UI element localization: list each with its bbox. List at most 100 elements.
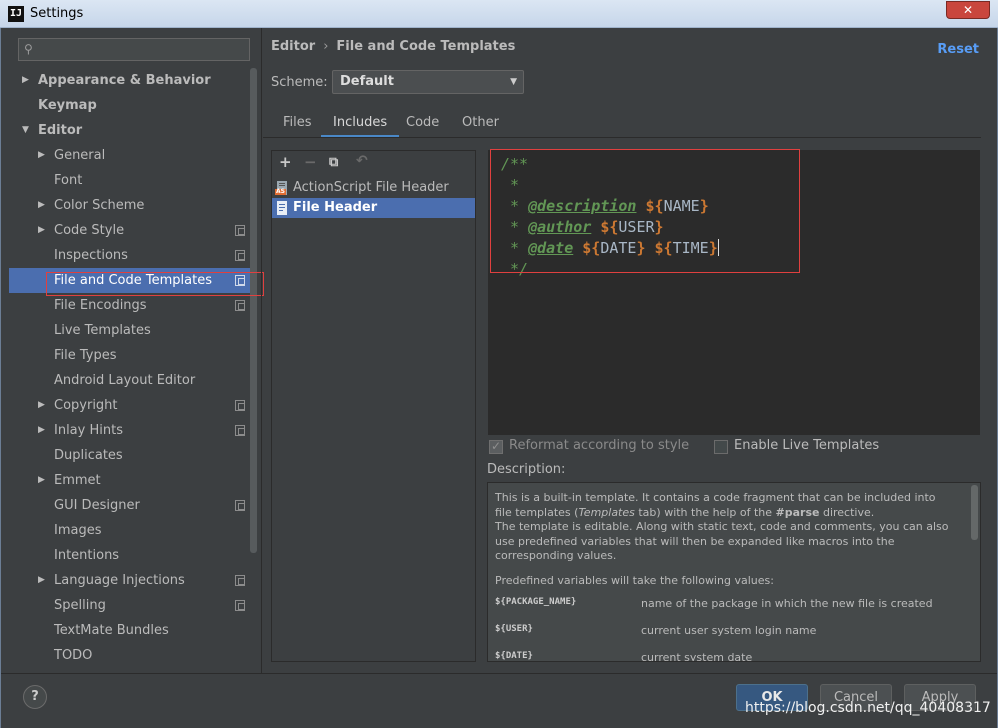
code-doc-tag: @date [528, 239, 574, 257]
chevron-right-icon[interactable]: ▶ [38, 393, 45, 418]
code-variable-close: } [699, 197, 709, 215]
code-doc-tag: @author [528, 218, 592, 236]
chevron-right-icon[interactable]: ▶ [38, 418, 45, 443]
sidebar-item-label: Keymap [38, 98, 97, 113]
template-editor[interactable]: /** * * @description ${NAME} * @author $… [488, 150, 980, 435]
code-variable: TIME [672, 239, 709, 257]
template-label: ActionScript File Header [293, 180, 449, 195]
reset-icon[interactable]: ↶ [356, 153, 368, 169]
chevron-right-icon[interactable]: ▶ [38, 218, 45, 243]
app-icon: IJ [8, 6, 24, 22]
project-scope-icon [235, 400, 245, 411]
sidebar-item-live-templates[interactable]: Live Templates [9, 318, 251, 343]
list-item-selected[interactable]: File Header [272, 198, 475, 218]
sidebar-item-font[interactable]: Font [9, 168, 251, 193]
code-line: * @author ${USER} [501, 218, 664, 236]
project-scope-icon [235, 425, 245, 436]
sidebar-item-editor[interactable]: ▼ Editor [9, 118, 251, 143]
scheme-value: Default [340, 74, 394, 89]
sidebar-item-code-style[interactable]: ▶ Code Style [9, 218, 251, 243]
code-variable-close: } [708, 239, 718, 257]
sidebar-item-appearance-behavior[interactable]: ▶ Appearance & Behavior [9, 68, 251, 93]
sidebar-item-label: Emmet [54, 473, 101, 488]
reformat-checkbox[interactable] [489, 439, 503, 454]
live-templates-checkbox[interactable] [714, 440, 728, 454]
tab-includes[interactable]: Includes [321, 112, 400, 138]
tab-code[interactable]: Code [406, 112, 439, 138]
sidebar-item-file-encodings[interactable]: File Encodings [9, 293, 251, 318]
sidebar-item-keymap[interactable]: Keymap [9, 93, 251, 118]
copy-icon[interactable]: ⧉ [329, 155, 338, 170]
reset-link[interactable]: Reset [937, 42, 979, 57]
sidebar-item-textmate-bundles[interactable]: TextMate Bundles [9, 618, 251, 643]
sidebar-scrollbar[interactable] [250, 68, 257, 553]
code-variable-open: ${ [645, 197, 664, 215]
tab-files[interactable]: Files [283, 112, 312, 138]
sidebar-item-label: Android Layout Editor [54, 373, 196, 388]
sidebar-item-language-injections[interactable]: ▶ Language Injections [9, 568, 251, 593]
code-variable-open: ${ [582, 239, 601, 257]
sidebar-item-android-layout-editor[interactable]: Android Layout Editor [9, 368, 251, 393]
sidebar-item-file-and-code-templates[interactable]: File and Code Templates [9, 268, 251, 293]
add-icon[interactable]: + [279, 153, 292, 171]
remove-icon[interactable]: − [304, 153, 317, 171]
sidebar-item-inspections[interactable]: Inspections [9, 243, 251, 268]
sidebar-item-copyright[interactable]: ▶ Copyright [9, 393, 251, 418]
help-button[interactable]: ? [23, 685, 47, 709]
sidebar-item-label: Language Injections [54, 573, 185, 588]
variable-desc: name of the package in which the new fil… [641, 597, 933, 610]
file-icon [275, 201, 289, 215]
code-comment: * [501, 218, 529, 236]
settings-window: ⚲ ▶ Appearance & Behavior Keymap ▼ Editor ▶ Ge… [0, 28, 998, 728]
sidebar-item-spelling[interactable]: Spelling [9, 593, 251, 618]
description-scrollbar[interactable] [971, 485, 978, 540]
panel-divider [261, 28, 262, 673]
search-icon: ⚲ [24, 42, 33, 56]
description-variables-intro: Predefined variables will take the follo… [495, 574, 774, 587]
sidebar-item-file-types[interactable]: File Types [9, 343, 251, 368]
actionscript-file-icon: AS [275, 181, 289, 195]
variable-row: ${DATE} current system date [495, 651, 955, 662]
variable-desc: current user system login name [641, 624, 817, 637]
sidebar-item-todo[interactable]: TODO [9, 643, 251, 668]
scheme-dropdown[interactable]: Default ▼ [332, 70, 524, 94]
sidebar-item-emmet[interactable]: ▶ Emmet [9, 468, 251, 493]
sidebar-item-label: Editor [38, 123, 83, 138]
scheme-label: Scheme: [271, 75, 328, 90]
settings-tree: ▶ Appearance & Behavior Keymap ▼ Editor ▶ Gene… [9, 68, 251, 668]
sidebar-item-intentions[interactable]: Intentions [9, 543, 251, 568]
window-close-button[interactable]: ✕ [946, 1, 990, 19]
description-strong: #parse [775, 505, 820, 519]
variable-row: ${USER} current user system login name [495, 624, 955, 638]
sidebar-item-duplicates[interactable]: Duplicates [9, 443, 251, 468]
chevron-right-icon[interactable]: ▶ [38, 468, 45, 493]
chevron-down-icon[interactable]: ▼ [22, 118, 29, 143]
sidebar-item-gui-designer[interactable]: GUI Designer [9, 493, 251, 518]
code-line: * [501, 176, 519, 194]
tab-other[interactable]: Other [462, 112, 499, 138]
list-item[interactable]: AS ActionScript File Header [272, 178, 475, 198]
variable-name: ${USER} [495, 624, 533, 634]
variable-desc: current system date [641, 651, 753, 662]
sidebar-item-label: TODO [54, 648, 93, 663]
template-list-panel: + − ⧉ ↶ AS ActionScript File Header File… [271, 150, 476, 662]
project-scope-icon [235, 250, 245, 261]
chevron-right-icon[interactable]: ▶ [22, 68, 29, 93]
sidebar-item-color-scheme[interactable]: ▶ Color Scheme [9, 193, 251, 218]
settings-sidebar: ⚲ ▶ Appearance & Behavior Keymap ▼ Editor ▶ Ge… [9, 28, 264, 673]
chevron-right-icon[interactable]: ▶ [38, 568, 45, 593]
breadcrumb-parent[interactable]: Editor [271, 39, 315, 54]
project-scope-icon [235, 275, 245, 286]
chevron-right-icon[interactable]: ▶ [38, 143, 45, 168]
settings-search-input[interactable]: ⚲ [18, 38, 250, 61]
code-doc-tag: @description [528, 197, 637, 215]
variable-name: ${DATE} [495, 651, 533, 661]
sidebar-item-inlay-hints[interactable]: ▶ Inlay Hints [9, 418, 251, 443]
sidebar-item-images[interactable]: Images [9, 518, 251, 543]
chevron-right-icon[interactable]: ▶ [38, 193, 45, 218]
code-line: * @description ${NAME} [501, 197, 709, 215]
sidebar-item-label: Duplicates [54, 448, 123, 463]
sidebar-item-general[interactable]: ▶ General [9, 143, 251, 168]
sidebar-item-label: GUI Designer [54, 498, 140, 513]
code-line: * @date ${DATE} ${TIME} [501, 239, 719, 257]
